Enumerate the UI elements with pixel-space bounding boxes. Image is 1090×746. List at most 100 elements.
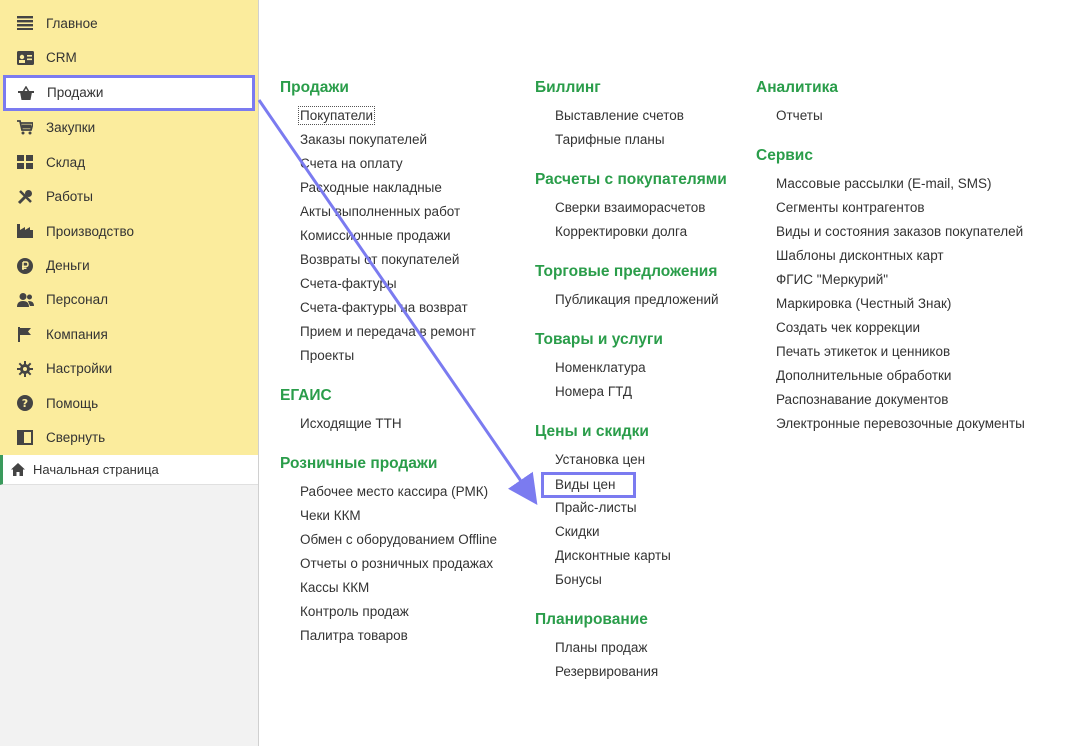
link-маркировка-честный-знак[interactable]: Маркировка (Честный Знак) (776, 292, 1025, 316)
sidebar-item-работы[interactable]: Работы (0, 180, 258, 214)
people-icon (16, 291, 34, 309)
link-label: Покупатели (300, 108, 374, 123)
link-чеки-ккм[interactable]: Чеки ККМ (300, 504, 497, 528)
link-покупатели[interactable]: Покупатели (297, 104, 497, 128)
link-исходящие-ттн[interactable]: Исходящие ТТН (300, 412, 497, 436)
group-title: Расчеты с покупателями (535, 171, 727, 188)
link-электронные-перевозочные-документы[interactable]: Электронные перевозочные документы (776, 412, 1025, 436)
link-дополнительные-обработки[interactable]: Дополнительные обработки (776, 364, 1025, 388)
link-label: Корректировки долга (555, 224, 688, 239)
group-расчеты-с-покупателями: Расчеты с покупателями Сверки взаиморасче… (535, 168, 727, 244)
link-счета-фактуры-на-возврат[interactable]: Счета-фактуры на возврат (300, 296, 497, 320)
sidebar-item-продажи[interactable]: Продажи (3, 74, 255, 111)
link-выставление-счетов[interactable]: Выставление счетов (555, 104, 727, 128)
link-возвраты-от-покупателей[interactable]: Возвраты от покупателей (300, 248, 497, 272)
sidebar-item-деньги[interactable]: Деньги (0, 248, 258, 282)
link-корректировки-долга[interactable]: Корректировки долга (555, 220, 727, 244)
sidebar-item-label: Компания (46, 326, 108, 342)
sidebar-item-компания[interactable]: Компания (0, 317, 258, 351)
link-резервирования[interactable]: Резервирования (555, 660, 727, 684)
tools-icon (16, 188, 34, 206)
link-шаблоны-дисконтных-карт[interactable]: Шаблоны дисконтных карт (776, 244, 1025, 268)
link-счета-на-оплату[interactable]: Счета на оплату (300, 152, 497, 176)
link-label: Прием и передача в ремонт (300, 324, 476, 339)
link-фгис-меркурий[interactable]: ФГИС "Меркурий" (776, 268, 1025, 292)
group-title: ЕГАИС (280, 387, 332, 404)
link-номера-гтд[interactable]: Номера ГТД (555, 380, 727, 404)
group-сервис: Сервис Массовые рассылки (E-mail, SMS) Сег… (756, 144, 1025, 436)
link-публикация-предложений[interactable]: Публикация предложений (555, 288, 727, 312)
link-дисконтные-карты[interactable]: Дисконтные карты (555, 544, 727, 568)
link-виды-и-состояния-заказов-покупателей[interactable]: Виды и состояния заказов покупателей (776, 220, 1025, 244)
sidebar-item-crm[interactable]: CRM (0, 40, 258, 74)
link-label: Заказы покупателей (300, 132, 428, 147)
sidebar: Главное CRM Продажи Закупки Склад Работы Произ… (0, 0, 259, 746)
link-label: Номера ГТД (555, 384, 633, 399)
link-расходные-накладные[interactable]: Расходные накладные (300, 176, 497, 200)
link-label: Отчеты о розничных продажах (300, 556, 494, 571)
sidebar-item-label: Производство (46, 223, 135, 239)
sidebar-item-склад[interactable]: Склад (0, 145, 258, 179)
group-title: Сервис (756, 147, 813, 164)
sidebar-item-главное[interactable]: Главное (0, 6, 258, 40)
highlight-box: Виды цен (541, 472, 637, 498)
link-создать-чек-коррекции[interactable]: Создать чек коррекции (776, 316, 1025, 340)
home-page-label: Начальная страница (33, 462, 159, 477)
link-прием-и-передача-в-ремонт[interactable]: Прием и передача в ремонт (300, 320, 497, 344)
sidebar-item-label: Деньги (46, 258, 90, 274)
link-комиссионные-продажи[interactable]: Комиссионные продажи (300, 224, 497, 248)
link-прайс-листы[interactable]: Прайс-листы (555, 496, 727, 520)
link-label: Создать чек коррекции (776, 320, 921, 335)
link-обмен-с-оборудованием-offline[interactable]: Обмен с оборудованием Offline (300, 528, 497, 552)
link-label: Палитра товаров (300, 628, 408, 643)
link-акты-выполненных-работ[interactable]: Акты выполненных работ (300, 200, 497, 224)
link-массовые-рассылки-e-mail-sms[interactable]: Массовые рассылки (E-mail, SMS) (776, 172, 1025, 196)
group-title: Торговые предложения (535, 263, 718, 280)
link-label: Электронные перевозочные документы (776, 416, 1025, 431)
link-планы-продаж[interactable]: Планы продаж (555, 636, 727, 660)
link-тарифные-планы[interactable]: Тарифные планы (555, 128, 727, 152)
sidebar-item-label: Настройки (46, 361, 113, 377)
link-контроль-продаж[interactable]: Контроль продаж (300, 600, 497, 624)
link-рабочее-место-кассира-рмк[interactable]: Рабочее место кассира (РМК) (300, 480, 497, 504)
link-label: Контроль продаж (300, 604, 409, 619)
link-бонусы[interactable]: Бонусы (555, 568, 727, 592)
link-отчеты[interactable]: Отчеты (776, 104, 1025, 128)
link-label: Виды цен (555, 477, 616, 492)
link-сверки-взаиморасчетов[interactable]: Сверки взаиморасчетов (555, 196, 727, 220)
ruble-coin-icon (16, 257, 34, 275)
link-label: Обмен с оборудованием Offline (300, 532, 498, 547)
link-палитра-товаров[interactable]: Палитра товаров (300, 624, 497, 648)
link-label: Исходящие ТТН (300, 416, 402, 431)
link-отчеты-о-розничных-продажах[interactable]: Отчеты о розничных продажах (300, 552, 497, 576)
link-сегменты-контрагентов[interactable]: Сегменты контрагентов (776, 196, 1025, 220)
link-label: Планы продаж (555, 640, 648, 655)
sidebar-item-закупки[interactable]: Закупки (0, 111, 258, 145)
sidebar-item-свернуть[interactable]: Свернуть (0, 420, 258, 454)
link-кассы-ккм[interactable]: Кассы ККМ (300, 576, 497, 600)
link-виды-цен[interactable]: Виды цен (541, 472, 727, 498)
sidebar-item-label: Продажи (47, 85, 104, 101)
link-label: Установка цен (555, 452, 646, 467)
link-номенклатура[interactable]: Номенклатура (555, 356, 727, 380)
link-счета-фактуры[interactable]: Счета-фактуры (300, 272, 497, 296)
link-проекты[interactable]: Проекты (300, 344, 497, 368)
sidebar-item-label: Склад (46, 154, 86, 170)
home-page-tab[interactable]: Начальная страница (0, 455, 258, 485)
sidebar-item-настройки[interactable]: Настройки (0, 352, 258, 386)
link-печать-этикеток-и-ценников[interactable]: Печать этикеток и ценников (776, 340, 1025, 364)
group-егаис: ЕГАИС Исходящие ТТН (280, 384, 497, 436)
menu-lines-icon (16, 14, 34, 32)
link-распознавание-документов[interactable]: Распознавание документов (776, 388, 1025, 412)
link-заказы-покупателей[interactable]: Заказы покупателей (300, 128, 497, 152)
sidebar-item-label: CRM (46, 50, 77, 66)
column-analytics: Аналитика Отчеты Сервис Массовые рассылки (… (756, 76, 1025, 452)
link-установка-цен[interactable]: Установка цен (555, 448, 727, 472)
link-label: Тарифные планы (555, 132, 665, 147)
link-скидки[interactable]: Скидки (555, 520, 727, 544)
link-label: Выставление счетов (555, 108, 684, 123)
sidebar-item-производство[interactable]: Производство (0, 214, 258, 248)
sidebar-item-помощь[interactable]: ? Помощь (0, 386, 258, 420)
sidebar-item-персонал[interactable]: Персонал (0, 283, 258, 317)
collapse-panel-icon (16, 428, 34, 446)
